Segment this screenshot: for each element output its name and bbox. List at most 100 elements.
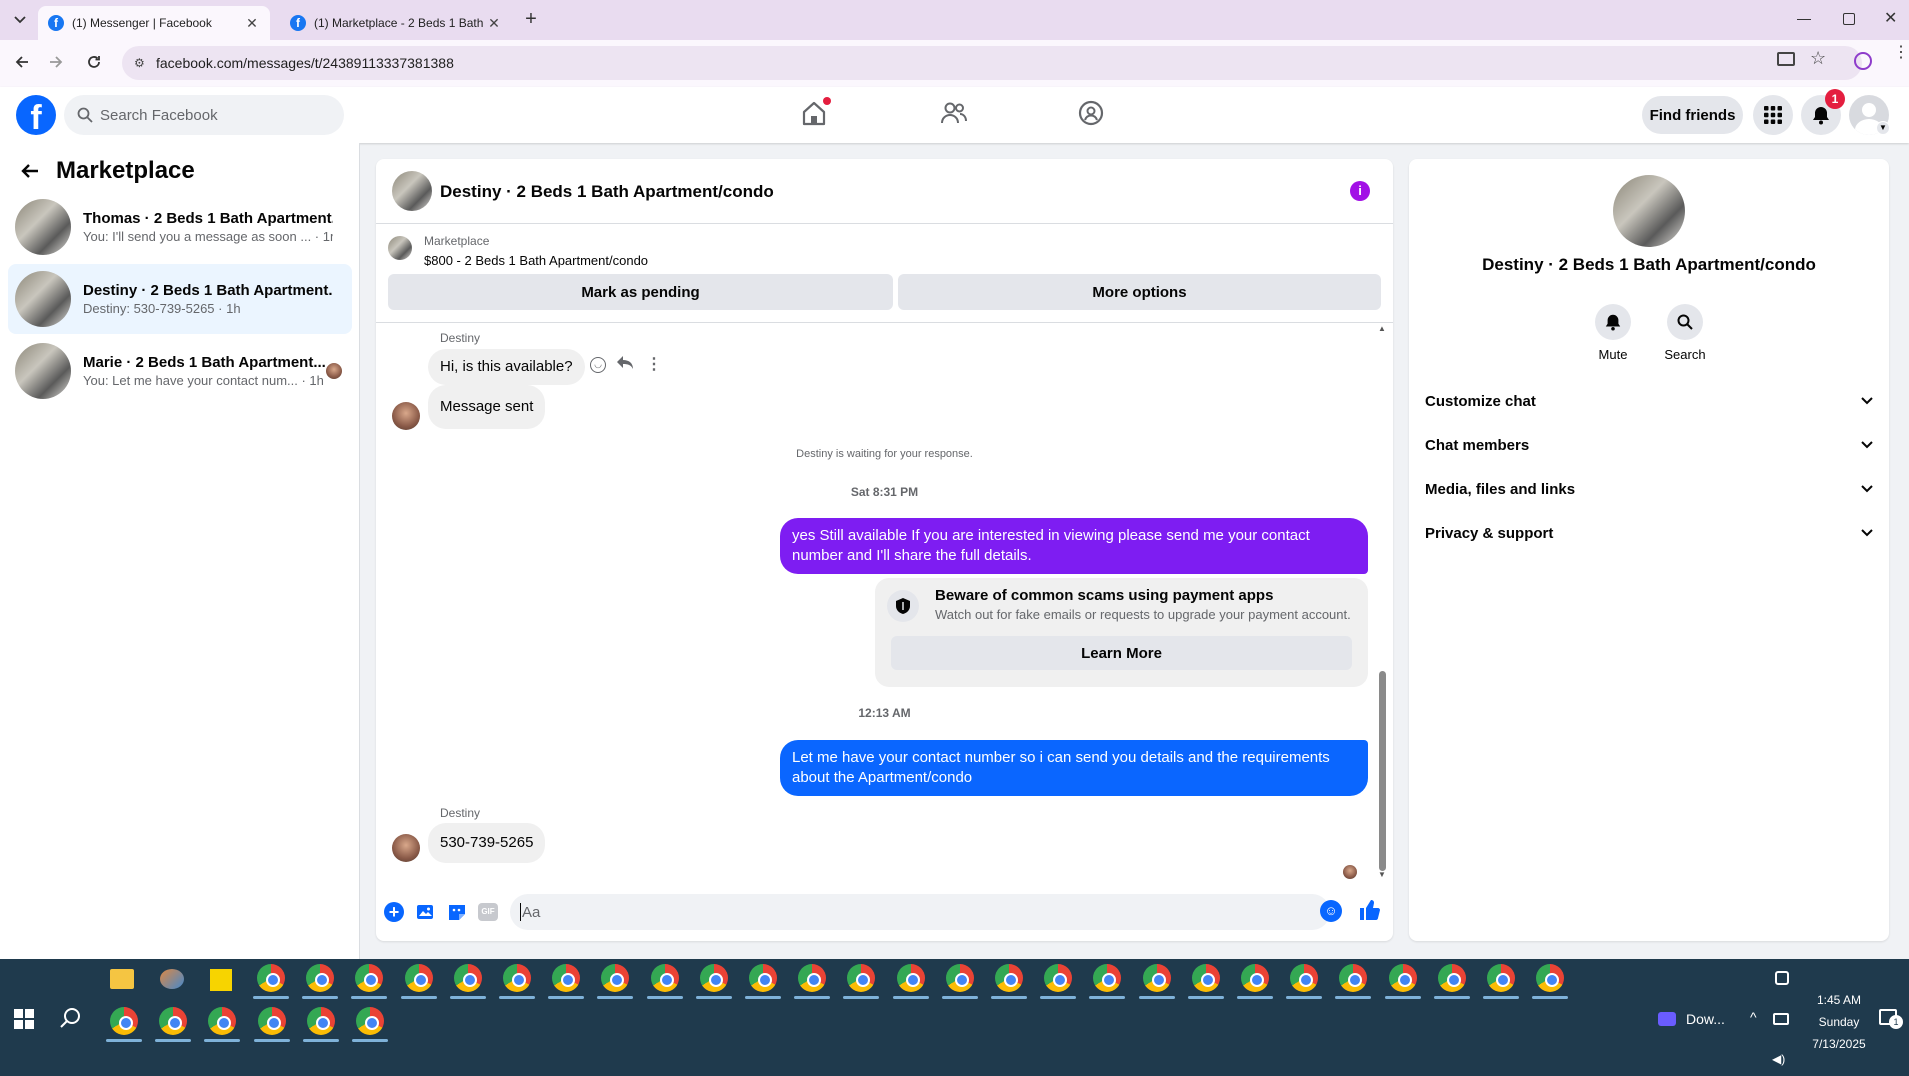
privacy-support-row[interactable]: Privacy & support [1425, 513, 1873, 553]
menu-button[interactable] [1753, 95, 1793, 135]
chrome-window-icon[interactable] [945, 964, 974, 992]
chrome-window-icon[interactable] [1142, 964, 1171, 992]
sticky-notes-icon[interactable] [210, 969, 232, 991]
chrome-window-icon[interactable] [699, 964, 728, 992]
chrome-window-icon[interactable] [896, 964, 925, 992]
conversation-item-marie[interactable]: Marie · 2 Beds 1 Bath Apartment... You: … [8, 336, 352, 406]
scrollbar[interactable]: ▲ ▼ [1378, 324, 1386, 884]
notifications-button[interactable]: 1 [1801, 89, 1845, 135]
sender-avatar[interactable] [392, 834, 420, 862]
search-conversation-button[interactable]: Search [1661, 304, 1709, 362]
chrome-window-icon[interactable] [503, 964, 531, 992]
chrome-window-icon[interactable] [306, 964, 335, 992]
minimize-button[interactable] [1797, 12, 1811, 26]
nav-groups[interactable] [1077, 99, 1105, 127]
photo-button[interactable] [416, 902, 436, 922]
bookmark-star-icon[interactable]: ☆ [1810, 48, 1826, 69]
volume-icon[interactable]: ◀) [1772, 1052, 1785, 1066]
chrome-window-icon[interactable] [1241, 964, 1269, 992]
add-attachment-button[interactable]: + [384, 902, 404, 922]
find-friends-button[interactable]: Find friends [1642, 96, 1743, 134]
chrome-window-icon[interactable] [552, 964, 581, 992]
message-sent[interactable]: yes Still available If you are intereste… [780, 518, 1368, 574]
chat-members-row[interactable]: Chat members [1425, 425, 1873, 465]
chrome-window-icon[interactable] [1044, 964, 1073, 992]
chrome-window-icon[interactable] [650, 964, 679, 992]
chrome-window-icon[interactable] [1487, 964, 1515, 992]
reply-icon[interactable] [616, 355, 634, 371]
react-icon[interactable]: ◡ [590, 357, 606, 373]
clock[interactable]: 1:45 AM Sunday 7/13/2025 [1796, 989, 1882, 1055]
show-hidden-icons[interactable]: ^ [1750, 1009, 1757, 1025]
install-app-icon[interactable] [1777, 52, 1795, 66]
mute-button[interactable]: Mute [1593, 304, 1633, 362]
search-input[interactable]: Search Facebook [64, 95, 344, 135]
download-notification[interactable]: Dow... [1658, 1011, 1725, 1027]
chrome-window-icon[interactable] [404, 964, 433, 992]
chrome-window-icon[interactable] [1290, 964, 1319, 992]
url-field[interactable]: ⚙ facebook.com/messages/t/24389113337381… [122, 46, 1862, 80]
details-avatar[interactable] [1613, 175, 1685, 247]
close-tab-icon[interactable]: ✕ [244, 15, 260, 32]
chrome-window-icon[interactable] [110, 1007, 138, 1035]
emoji-button[interactable]: ☺ [1320, 900, 1342, 922]
chrome-window-icon[interactable] [1191, 964, 1220, 992]
mark-as-pending-button[interactable]: Mark as pending [388, 274, 893, 310]
profile-icon[interactable] [1854, 52, 1872, 70]
media-files-links-row[interactable]: Media, files and links [1425, 469, 1873, 509]
learn-more-button[interactable]: Learn More [891, 636, 1352, 670]
chrome-window-icon[interactable] [798, 964, 827, 992]
customize-chat-row[interactable]: Customize chat [1425, 381, 1873, 421]
start-button[interactable] [14, 1009, 34, 1029]
tab-marketplace[interactable]: f (1) Marketplace - 2 Beds 1 Bath ✕ [280, 6, 512, 40]
chrome-window-icon[interactable] [749, 964, 777, 992]
scrollbar-thumb[interactable] [1379, 671, 1386, 871]
tab-search-button[interactable] [10, 12, 30, 28]
meet-now-icon[interactable] [1775, 971, 1789, 985]
chrome-window-icon[interactable] [1093, 964, 1122, 992]
chrome-window-icon[interactable] [1536, 964, 1565, 992]
sender-avatar[interactable] [392, 402, 420, 430]
browser-menu-icon[interactable]: ⋮ [1893, 45, 1909, 61]
chrome-window-icon[interactable] [1388, 964, 1417, 992]
message-sent[interactable]: Let me have your contact number so i can… [780, 740, 1368, 796]
taskbar-search-button[interactable] [60, 1007, 82, 1029]
message-input[interactable]: Aa [510, 894, 1330, 930]
chrome-window-icon[interactable] [1339, 964, 1368, 992]
chrome-window-icon[interactable] [453, 964, 482, 992]
reload-button[interactable] [86, 54, 102, 70]
chrome-window-icon[interactable] [995, 964, 1023, 992]
gif-button[interactable]: GIF [478, 903, 498, 921]
action-center-button[interactable]: 1 [1879, 1009, 1903, 1029]
chrome-window-icon[interactable] [208, 1007, 237, 1035]
nav-friends[interactable] [940, 99, 968, 127]
message-received[interactable]: 530-739-5265 [428, 823, 546, 863]
close-window-button[interactable]: ✕ [1884, 8, 1897, 28]
restore-button[interactable] [1843, 13, 1855, 25]
chrome-window-icon[interactable] [601, 964, 630, 992]
facebook-logo[interactable]: f [16, 95, 56, 135]
chrome-window-icon[interactable] [257, 964, 285, 992]
message-received[interactable]: Hi, is this available? [428, 349, 585, 385]
scroll-down-arrow[interactable]: ▼ [1378, 870, 1386, 879]
more-actions-icon[interactable]: ⋮ [646, 354, 662, 374]
chrome-window-icon[interactable] [257, 1007, 286, 1035]
listing-thumbnail[interactable] [388, 236, 412, 260]
chrome-window-icon[interactable] [306, 1007, 335, 1035]
back-arrow-button[interactable] [20, 161, 40, 181]
more-options-button[interactable]: More options [898, 274, 1381, 310]
chrome-window-icon[interactable] [847, 964, 876, 992]
app-icon[interactable] [160, 969, 184, 989]
site-info-icon[interactable]: ⚙ [134, 56, 145, 70]
chrome-window-icon[interactable] [356, 1007, 384, 1035]
back-button[interactable] [14, 54, 30, 70]
nav-home[interactable] [800, 97, 831, 127]
file-explorer-icon[interactable] [110, 969, 134, 989]
conversation-item-thomas[interactable]: Thomas · 2 Beds 1 Bath Apartment... You:… [8, 192, 352, 262]
chat-title[interactable]: Destiny · 2 Beds 1 Bath Apartment/condo [440, 182, 774, 202]
message-received[interactable]: Message sent [428, 385, 546, 429]
like-button[interactable] [1358, 899, 1380, 921]
close-tab-icon[interactable]: ✕ [486, 15, 502, 32]
network-icon[interactable] [1773, 1013, 1789, 1025]
forward-button[interactable] [48, 54, 64, 70]
